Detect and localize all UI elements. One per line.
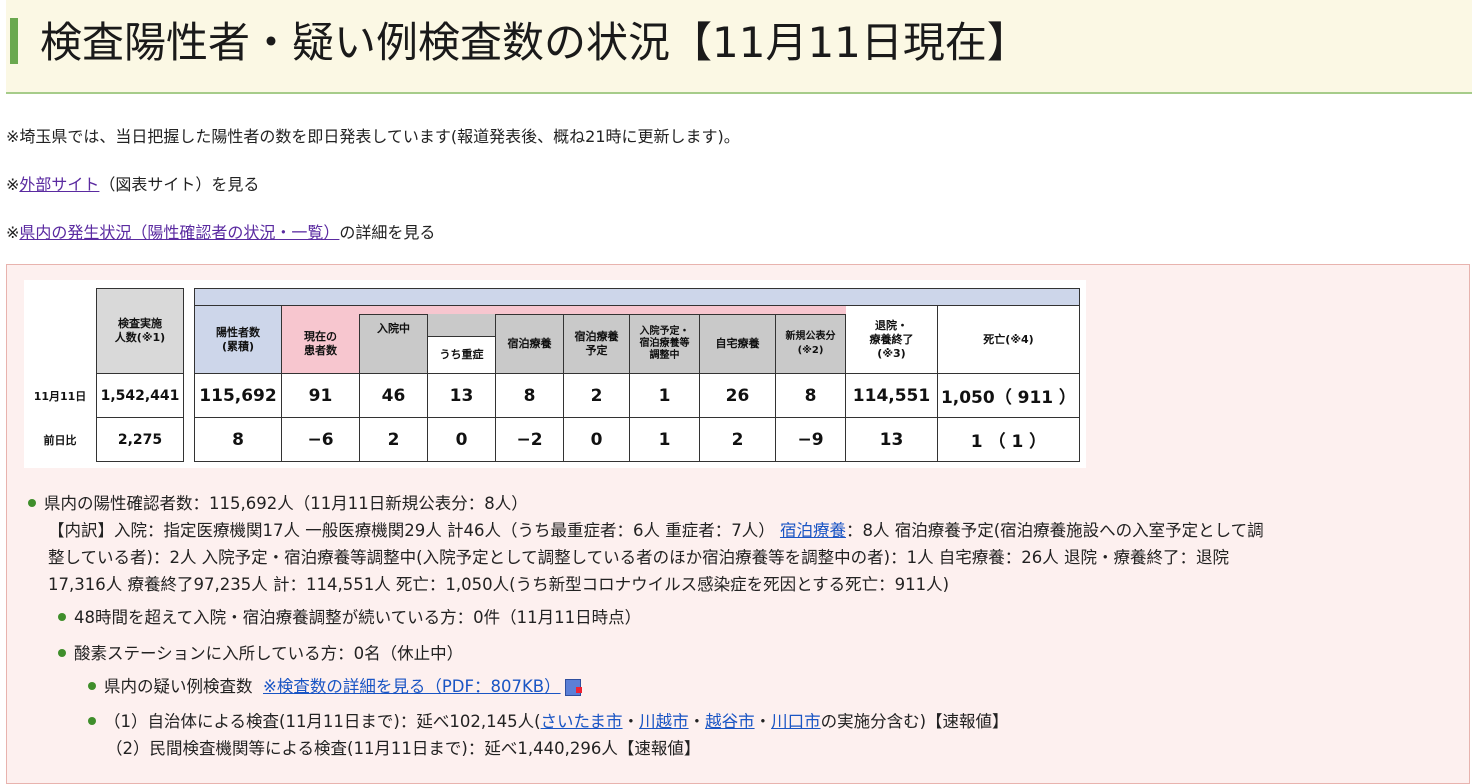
note-external-prefix: ※: [6, 175, 20, 194]
municipal-tests-text: （1）自治体による検査(11月11日まで)：延べ102,145人(: [104, 712, 541, 731]
note-detail-suffix: の詳細を見る: [339, 223, 436, 242]
hdr-deaths: 死亡(※4): [938, 306, 1080, 374]
hdr-hotel-plan: 宿泊療養 予定: [564, 314, 630, 374]
bullet-48h: 48時間を超えて入院・宿泊療養調整が続いている方：0件（11月11日時点）: [58, 604, 641, 631]
note-external: ※外部サイト（図表サイト）を見る: [6, 174, 259, 196]
bullet-suspected-tests: 県内の疑い例検査数 ※検査数の詳細を見る（PDF：807KB）: [88, 673, 582, 700]
row2-deaths: 1 （ 1 ）: [938, 418, 1080, 462]
pdf-icon[interactable]: [564, 679, 582, 696]
status-table: 検査実施 人数(※1) 陽性者数 (累積) 現在の 患者数 入院中 うち重症 宿…: [24, 280, 1086, 468]
row1-tests: 1,542,441: [96, 374, 184, 418]
note-detail-prefix: ※: [6, 223, 20, 242]
row2-label: 前日比: [43, 434, 77, 447]
row1-recovered: 114,551: [846, 374, 938, 418]
hdr-tests: 検査実施 人数(※1): [96, 288, 184, 374]
municipal-tests-suffix: の実施分含む)【速報値】: [820, 712, 1009, 731]
row1-new: 8: [776, 374, 846, 418]
row2-recovered: 13: [846, 418, 938, 462]
row2-tests: 2,275: [96, 418, 184, 462]
kawagoe-city-link[interactable]: 川越市: [639, 712, 689, 731]
page-title: 検査陽性者・疑い例検査数の状況【11月11日現在】: [40, 18, 1029, 67]
row2-severe: 0: [428, 418, 496, 462]
bullet-oxygen-text: 酸素ステーションに入所している方：0名（休止中）: [74, 644, 464, 663]
summary-line-2: 【内訳】入院：指定医療機関17人 一般医療機関29人 計46人（うち最重症者：6…: [48, 517, 1264, 544]
kawaguchi-city-link[interactable]: 川口市: [771, 712, 821, 731]
table-pink-band: [282, 306, 846, 314]
breakdown-text-a: 【内訳】入院：指定医療機関17人 一般医療機関29人 計46人（うち最重症者：6…: [48, 521, 775, 540]
separator: ・: [622, 712, 640, 731]
bullet-private-tests: （2）民間検査機関等による検査(11月11日まで)：延べ1,440,296人【速…: [106, 739, 701, 758]
separator: ・: [688, 712, 706, 731]
row1-hotel-plan: 2: [564, 374, 630, 418]
title-accent: [10, 18, 18, 64]
hdr-hospital: 入院中: [360, 314, 428, 342]
breakdown-text-b: ：8人 宿泊療養予定(宿泊療養施設への入室予定として調: [845, 521, 1264, 540]
hdr-positives: 陽性者数 (累積): [194, 306, 282, 374]
bullet-municipal-tests: （1）自治体による検査(11月11日まで)：延べ102,145人(さいたま市・川…: [88, 708, 1009, 735]
summary-count: 県内の陽性確認者数：115,692人（11月11日新規公表分：8人）: [44, 494, 528, 513]
summary-line-1: 県内の陽性確認者数：115,692人（11月11日新規公表分：8人）: [28, 490, 528, 517]
hotel-recuperation-link[interactable]: 宿泊療養: [780, 521, 846, 540]
bullet-dot: [88, 716, 96, 725]
hdr-current: 現在の 患者数: [282, 314, 360, 374]
bullet-oxygen: 酸素ステーションに入所している方：0名（休止中）: [58, 640, 463, 667]
suspected-tests-label: 県内の疑い例検査数: [104, 677, 253, 696]
hdr-hospital-lower: [360, 342, 428, 374]
bullet-dot: [58, 648, 66, 657]
summary-line-4: 17,316人 療養終了97,235人 計：114,551人 死亡：1,050人…: [48, 575, 950, 594]
row1-hospital: 46: [360, 374, 428, 418]
row2-hotel-plan: 0: [564, 418, 630, 462]
row2-positives: 8: [194, 418, 282, 462]
test-detail-pdf-link[interactable]: ※検査数の詳細を見る（PDF：807KB）: [263, 677, 561, 696]
bullet-dot: [58, 612, 66, 621]
bullet-dot: [28, 498, 36, 507]
note-detail: ※県内の発生状況（陽性確認者の状況・一覧）の詳細を見る: [6, 222, 435, 244]
row1-adjusting: 1: [630, 374, 700, 418]
row2-new: −9: [776, 418, 846, 462]
external-site-link[interactable]: 外部サイト: [19, 175, 99, 194]
row1-label: 11月11日: [33, 390, 87, 403]
row1-hotel: 8: [496, 374, 564, 418]
hdr-home: 自宅療養: [700, 314, 776, 374]
note-external-suffix: （図表サイト）を見る: [99, 175, 260, 194]
hdr-severe-upper: [428, 314, 496, 336]
hdr-severe: うち重症: [428, 336, 496, 374]
row2-hospital: 2: [360, 418, 428, 462]
note-update: ※埼玉県では、当日把握した陽性者の数を即日発表しています(報道発表後、概ね21時…: [6, 127, 740, 146]
hdr-hotel: 宿泊療養: [496, 314, 564, 374]
separator: ・: [754, 712, 772, 731]
row2-adjusting: 1: [630, 418, 700, 462]
row2-hotel: −2: [496, 418, 564, 462]
bullet-48h-text: 48時間を超えて入院・宿泊療養調整が続いている方：0件（11月11日時点）: [74, 608, 642, 627]
row2-home: 2: [700, 418, 776, 462]
row1-severe: 13: [428, 374, 496, 418]
summary-line-3: 整している者)：2人 入院予定・宿泊療養等調整中(入院予定として調整している者の…: [48, 548, 1230, 567]
row2-current: −6: [282, 418, 360, 462]
hdr-new: 新規公表分 (※2): [776, 314, 846, 374]
row1-current: 91: [282, 374, 360, 418]
hdr-recovered: 退院・ 療養終了 (※3): [846, 306, 938, 374]
row1-home: 26: [700, 374, 776, 418]
outbreak-status-link[interactable]: 県内の発生状況（陽性確認者の状況・一覧）: [19, 223, 339, 242]
bullet-dot: [88, 681, 96, 690]
row1-positives: 115,692: [194, 374, 282, 418]
koshigaya-city-link[interactable]: 越谷市: [705, 712, 755, 731]
hdr-adjusting: 入院予定・ 宿泊療養等 調整中: [630, 314, 700, 374]
saitama-city-link[interactable]: さいたま市: [541, 712, 623, 731]
title-bar: 検査陽性者・疑い例検査数の状況【11月11日現在】: [6, 0, 1472, 94]
row1-deaths: 1,050（ 911 ）: [938, 374, 1080, 418]
table-top-band: [194, 288, 1080, 306]
